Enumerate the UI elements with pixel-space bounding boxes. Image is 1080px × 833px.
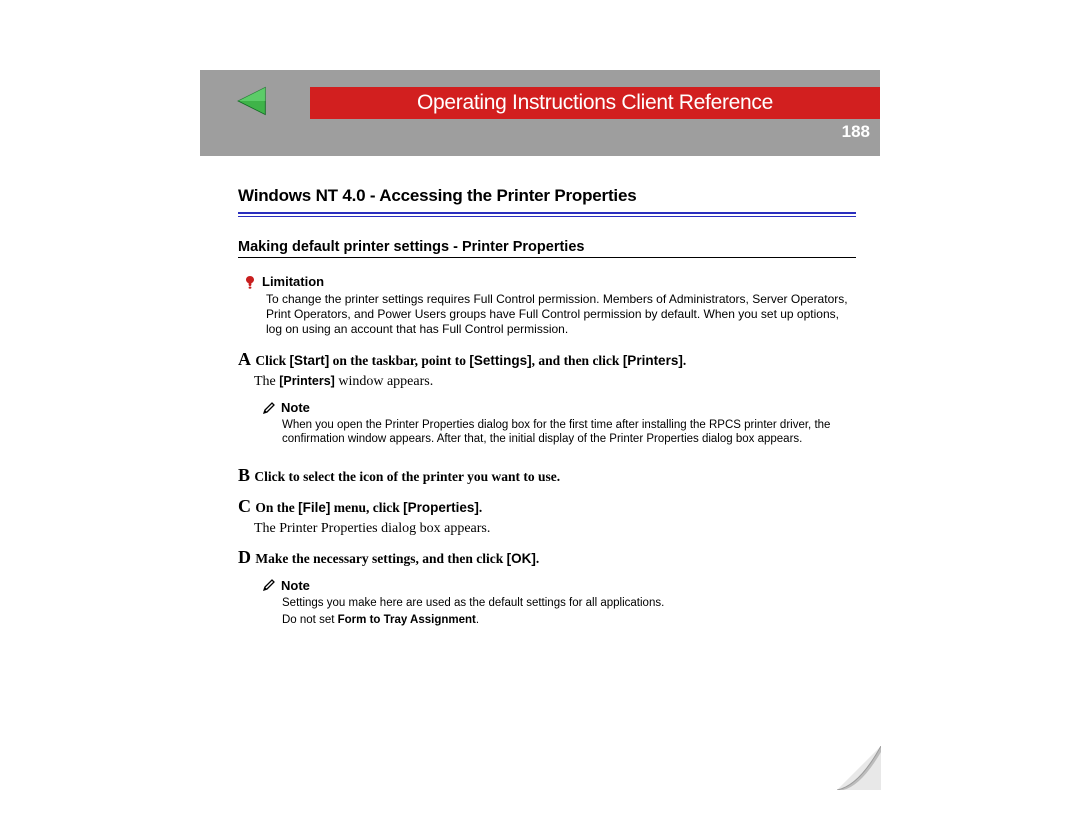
step-a-result-pre: The — [254, 374, 279, 389]
header-title-bar: Operating Instructions Client Reference — [310, 87, 880, 119]
step-c-properties: [Properties] — [403, 500, 479, 515]
note-2-label: Note — [281, 578, 310, 593]
step-c-post: . — [479, 500, 482, 515]
step-b-marker: B — [238, 465, 250, 485]
step-a-result-bold: [Printers] — [279, 374, 335, 388]
note-block-1: Note When you open the Printer Propertie… — [262, 400, 856, 447]
limitation-icon — [244, 275, 256, 289]
step-d-ok: [OK] — [507, 551, 536, 566]
limitation-text: To change the printer settings requires … — [266, 292, 856, 337]
note-2-line2-pre: Do not set — [282, 614, 338, 626]
note-block-2: Note Settings you make here are used as … — [262, 578, 856, 628]
step-a-start: [Start] — [290, 353, 330, 368]
header-title-light: Client Reference — [621, 91, 773, 114]
step-d-post: . — [536, 551, 539, 566]
step-a-result-post: window appears. — [335, 374, 433, 389]
title-rule-thick — [238, 212, 856, 214]
note-2-line1: Settings you make here are used as the d… — [282, 596, 856, 610]
back-arrow-button[interactable] — [233, 84, 267, 118]
step-a-post: . — [683, 353, 686, 368]
limitation-heading: Limitation — [244, 274, 856, 289]
step-a-settings: [Settings] — [469, 353, 531, 368]
step-d-marker: D — [238, 547, 251, 567]
step-c-file: [File] — [298, 500, 330, 515]
note-2-line2-post: . — [476, 614, 479, 626]
page-curl-icon[interactable] — [837, 746, 881, 790]
page-content: Windows NT 4.0 - Accessing the Printer P… — [200, 156, 880, 628]
step-a-marker: A — [238, 349, 251, 369]
step-b: B Click to select the icon of the printe… — [238, 465, 856, 486]
step-a: A Click [Start] on the taskbar, point to… — [238, 349, 856, 370]
step-a-printers: [Printers] — [623, 353, 683, 368]
note-1-label: Note — [281, 400, 310, 415]
step-b-text: Click to select the icon of the printer … — [254, 469, 560, 484]
step-c-pre: On the — [255, 500, 298, 515]
step-c-marker: C — [238, 496, 251, 516]
limitation-label: Limitation — [262, 274, 324, 289]
step-c: C On the [File] menu, click [Properties]… — [238, 496, 856, 517]
subsection-rule — [238, 257, 856, 258]
pencil-icon — [262, 578, 276, 592]
step-d: D Make the necessary settings, and then … — [238, 547, 856, 568]
header-title-heavy: Operating Instructions — [417, 91, 616, 114]
page-header: Operating Instructions Client Reference … — [200, 70, 880, 156]
note-2-line2: Do not set Form to Tray Assignment. — [282, 613, 856, 627]
limitation-block: Limitation To change the printer setting… — [244, 274, 856, 337]
step-a-mid2: , and then click — [532, 353, 623, 368]
note-2-heading: Note — [262, 578, 856, 593]
step-a-pre: Click — [255, 353, 289, 368]
subsection-title: Making default printer settings - Printe… — [238, 239, 856, 255]
note-2-line2-bold: Form to Tray Assignment — [338, 614, 476, 626]
step-c-result: The Printer Properties dialog box appear… — [254, 521, 856, 537]
step-c-mid: menu, click — [330, 500, 403, 515]
section-title: Windows NT 4.0 - Accessing the Printer P… — [238, 186, 856, 212]
document-page: Operating Instructions Client Reference … — [200, 70, 880, 628]
step-a-mid1: on the taskbar, point to — [329, 353, 469, 368]
page-number: 188 — [842, 122, 870, 142]
note-1-heading: Note — [262, 400, 856, 415]
note-1-text: When you open the Printer Properties dia… — [282, 418, 856, 447]
title-rule-thin — [238, 216, 856, 217]
step-d-pre: Make the necessary settings, and then cl… — [255, 551, 506, 566]
step-a-result: The [Printers] window appears. — [254, 374, 856, 390]
pencil-icon — [262, 401, 276, 415]
